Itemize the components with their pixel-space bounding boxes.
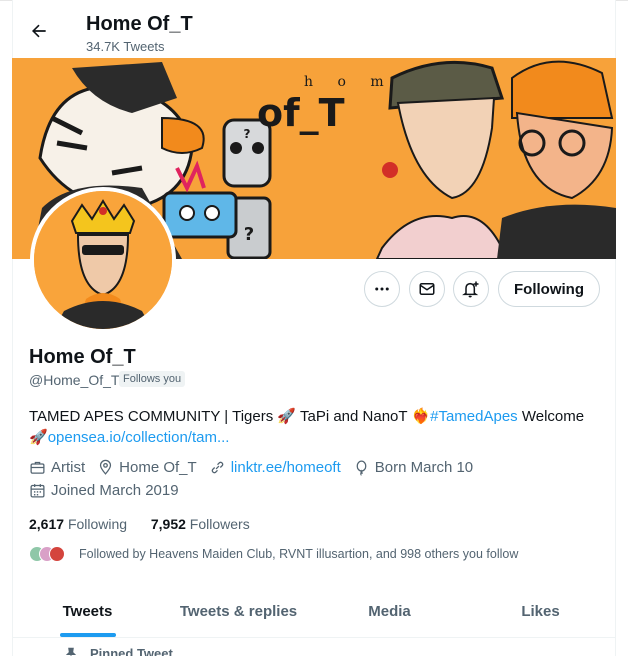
envelope-icon xyxy=(419,283,435,295)
avatar xyxy=(49,546,65,562)
balloon-icon xyxy=(356,460,367,476)
profile-bio: TAMED APES COMMUNITY | Tigers 🚀 TaPi and… xyxy=(29,406,599,448)
category-item: Artist xyxy=(29,459,85,476)
profile-avatar[interactable] xyxy=(30,187,176,333)
bio-text-3: Welcome xyxy=(517,408,585,425)
more-icon xyxy=(375,287,389,291)
follows-you-badge: Follows you xyxy=(119,371,186,387)
location-item: Home Of_T xyxy=(97,459,197,476)
follow-stats: 2,617 Following 7,952 Followers xyxy=(29,516,250,532)
tab-tweets-replies[interactable]: Tweets & replies xyxy=(163,586,314,637)
message-button[interactable] xyxy=(409,271,445,307)
website-link[interactable]: linktr.ee/homeoft xyxy=(231,459,341,476)
followers-stat[interactable]: 7,952 Followers xyxy=(151,516,250,532)
profile-handle: @Home_Of_T xyxy=(29,372,120,388)
briefcase-icon xyxy=(30,461,45,474)
followed-by-row[interactable]: Followed by Heavens Maiden Club, RVNT il… xyxy=(29,546,518,562)
header-name: Home Of_T xyxy=(86,13,193,35)
pinned-tweet-label: Pinned Tweet xyxy=(64,646,173,656)
joined-row: Joined March 2019 xyxy=(29,482,191,499)
profile-header: Home Of_T 34.7K Tweets xyxy=(12,4,616,58)
website-item[interactable]: linktr.ee/homeoft xyxy=(209,459,341,476)
header-tweet-count: 34.7K Tweets xyxy=(86,39,165,54)
followed-by-text: Followed by Heavens Maiden Club, RVNT il… xyxy=(79,547,519,561)
calendar-icon xyxy=(30,484,45,498)
profile-meta-row: Artist Home Of_T linktr.ee/homeoft Born … xyxy=(29,459,485,476)
tab-tweets[interactable]: Tweets xyxy=(12,586,163,637)
following-button[interactable]: Following xyxy=(498,271,600,307)
svg-text:of_T: of_T xyxy=(257,91,345,135)
joined-item: Joined March 2019 xyxy=(29,482,179,499)
bio-text-2: TaPi and NanoT xyxy=(296,408,412,425)
profile-name: Home Of_T xyxy=(29,346,136,368)
bio-text-1: TAMED APES COMMUNITY | Tigers xyxy=(29,408,278,425)
tab-likes[interactable]: Likes xyxy=(465,586,616,637)
tab-media[interactable]: Media xyxy=(314,586,465,637)
svg-text:?: ? xyxy=(244,127,251,141)
rocket-emoji-icon: 🚀 xyxy=(277,408,297,425)
hashtag-link[interactable]: #TamedApes xyxy=(430,408,518,425)
more-button[interactable] xyxy=(364,271,400,307)
location-pin-icon xyxy=(100,459,112,475)
arrow-left-icon xyxy=(32,24,46,38)
back-button[interactable] xyxy=(26,18,52,44)
svg-text:?: ? xyxy=(244,224,254,245)
rocket-emoji-icon: 🚀 xyxy=(29,429,48,446)
following-stat[interactable]: 2,617 Following xyxy=(29,516,127,532)
fire-heart-emoji-icon: ❤️‍🔥 xyxy=(411,408,431,425)
birthday-item: Born March 10 xyxy=(353,459,473,476)
bell-plus-icon xyxy=(462,281,479,298)
link-icon xyxy=(211,461,223,474)
active-tab-indicator xyxy=(59,633,116,637)
opensea-link[interactable]: opensea.io/collection/tam... xyxy=(48,429,230,446)
profile-tabs: Tweets Tweets & replies Media Likes xyxy=(12,586,616,638)
pin-icon xyxy=(65,647,77,656)
notifications-button[interactable] xyxy=(453,271,489,307)
